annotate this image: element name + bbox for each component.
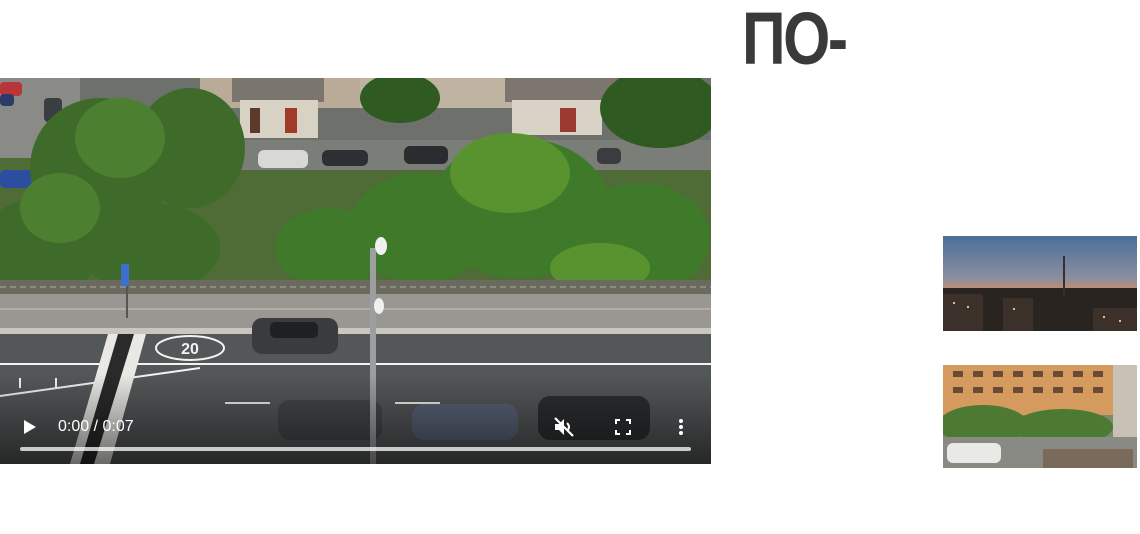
page-heading: ПО- <box>742 0 848 80</box>
play-button[interactable] <box>18 414 42 440</box>
fullscreen-icon <box>615 419 631 435</box>
sunset-city-thumbnail[interactable] <box>943 236 1137 331</box>
courtyard-buildings-image <box>943 365 1137 468</box>
video-controls: 0:00 / 0:07 <box>0 394 711 464</box>
sunset-city-image <box>943 236 1137 331</box>
mute-button[interactable] <box>551 415 577 439</box>
progress-bar[interactable] <box>20 447 691 451</box>
time-display: 0:00 / 0:07 <box>58 418 134 435</box>
more-options-button[interactable] <box>672 415 690 439</box>
more-vertical-icon <box>679 419 683 435</box>
fullscreen-button[interactable] <box>611 415 635 439</box>
play-icon <box>24 420 36 434</box>
courtyard-buildings-thumbnail[interactable] <box>943 365 1137 468</box>
page: ПО- 20 0:00 / 0:07 <box>0 0 1140 534</box>
volume-muted-icon <box>554 417 574 437</box>
video-player[interactable]: 20 0:00 / 0:07 <box>0 78 711 464</box>
svg-text:20: 20 <box>181 341 199 358</box>
